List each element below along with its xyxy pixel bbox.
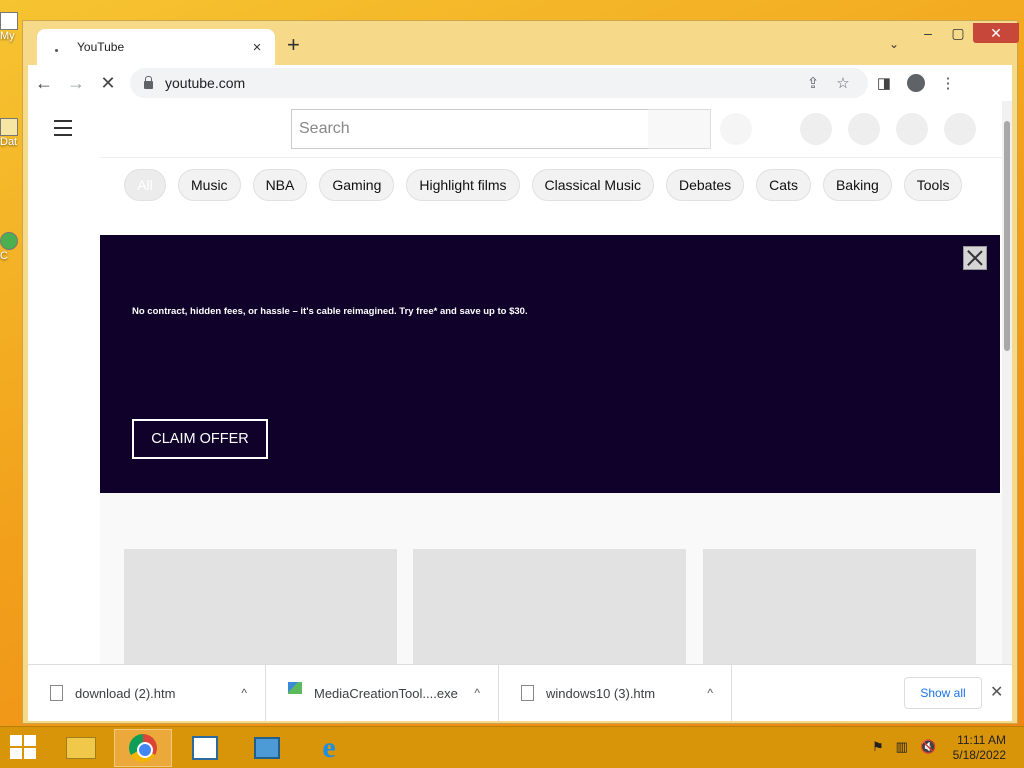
category-chips: All Music NBA Gaming Highlight films Cla…: [124, 169, 963, 201]
voice-search-icon[interactable]: [720, 113, 752, 145]
close-downloads-icon[interactable]: ✕: [990, 682, 1003, 702]
download-item[interactable]: download (2).htm ^: [28, 664, 266, 722]
taskbar-file-explorer[interactable]: [52, 729, 110, 767]
search-button[interactable]: [648, 109, 711, 149]
loading-spinner-icon: [51, 39, 67, 55]
profile-avatar-icon[interactable]: [907, 74, 925, 92]
chevron-up-icon[interactable]: ^: [474, 686, 480, 700]
browser-toolbar: ← → ✕ youtube.com ⇪ ☆ ◨ ⋮: [28, 65, 1012, 101]
chip-debates[interactable]: Debates: [666, 169, 745, 201]
download-filename: MediaCreationTool....exe: [314, 685, 458, 701]
avatar[interactable]: [944, 113, 976, 145]
file-icon: [0, 118, 18, 136]
chip-all[interactable]: All: [124, 169, 166, 201]
minimize-button[interactable]: –: [913, 23, 943, 43]
desktop-icon-my-computer[interactable]: My: [0, 12, 22, 42]
chip-music[interactable]: Music: [178, 169, 241, 201]
internet-explorer-icon: e: [322, 731, 336, 764]
show-all-button[interactable]: Show all: [904, 677, 982, 709]
chevron-up-icon[interactable]: ^: [707, 686, 713, 700]
chip-classical-music[interactable]: Classical Music: [531, 169, 654, 201]
volume-muted-icon[interactable]: 🔇: [920, 739, 936, 755]
download-filename: download (2).htm: [75, 685, 176, 701]
taskbar-internet-explorer[interactable]: e: [300, 729, 358, 767]
action-center-flag-icon[interactable]: ⚑: [872, 739, 884, 755]
chip-cats[interactable]: Cats: [756, 169, 811, 201]
chevron-up-icon[interactable]: ^: [241, 686, 247, 700]
chip-baking[interactable]: Baking: [822, 169, 892, 201]
tab-search-button[interactable]: ⌄: [889, 37, 899, 51]
hamburger-menu-icon[interactable]: [54, 120, 72, 141]
computer-icon: [0, 12, 18, 30]
page-content: Search All Music NBA Gaming Highlight fi…: [28, 101, 1012, 683]
chrome-icon: [129, 734, 157, 762]
chip-highlight-films[interactable]: Highlight films: [406, 169, 520, 201]
tab-strip: YouTube × + ⌄ – ▢ ✕: [23, 21, 1019, 65]
ad-text: No contract, hidden fees, or hassle – it…: [132, 306, 528, 317]
system-tray: ⚑ ▥ 🔇: [872, 739, 936, 755]
scrollbar-thumb[interactable]: [1004, 121, 1010, 351]
address-bar[interactable]: youtube.com ⇪ ☆: [130, 68, 868, 98]
video-thumbnail[interactable]: [124, 549, 397, 683]
chip-gaming[interactable]: Gaming: [319, 169, 395, 201]
bookmark-star-icon[interactable]: ☆: [828, 74, 858, 92]
share-icon[interactable]: ⇪: [798, 74, 828, 92]
close-ad-icon[interactable]: [963, 246, 987, 270]
chip-nba[interactable]: NBA: [252, 169, 308, 201]
desktop-icon-c[interactable]: C: [0, 232, 22, 262]
clock-date: 5/18/2022: [952, 748, 1006, 762]
claim-offer-button[interactable]: CLAIM OFFER: [132, 419, 268, 459]
clock[interactable]: 11:11 AM 5/18/2022: [953, 733, 1006, 763]
taskbar: e ⚑ ▥ 🔇 11:11 AM 5/18/2022: [0, 726, 1024, 768]
app-icon: [192, 736, 218, 760]
close-window-button[interactable]: ✕: [973, 23, 1019, 43]
forward-button[interactable]: →: [60, 67, 92, 99]
desktop-icon-label: My: [0, 30, 15, 42]
taskbar-app[interactable]: [176, 729, 234, 767]
app-icon: [0, 232, 18, 250]
file-icon: [521, 685, 534, 701]
taskbar-media-creation-tool[interactable]: [238, 729, 296, 767]
download-item[interactable]: windows10 (3).htm ^: [499, 664, 732, 722]
download-item[interactable]: MediaCreationTool....exe ^: [266, 664, 499, 722]
desktop-icon-label: Dat: [0, 136, 18, 148]
browser-menu-icon[interactable]: ⋮: [932, 74, 964, 92]
back-button[interactable]: ←: [28, 67, 60, 99]
folder-icon: [66, 737, 96, 759]
header-icon-placeholder[interactable]: [896, 113, 928, 145]
url-text[interactable]: youtube.com: [165, 75, 798, 91]
side-panel-icon[interactable]: ◨: [868, 74, 900, 92]
browser-window: YouTube × + ⌄ – ▢ ✕ ← → ✕ youtube.com ⇪ …: [22, 20, 1019, 724]
file-icon: [50, 685, 63, 701]
clock-time: 11:11 AM: [957, 733, 1006, 747]
new-tab-button[interactable]: +: [287, 34, 300, 56]
taskbar-chrome[interactable]: [114, 729, 172, 767]
tab-title: YouTube: [77, 40, 125, 54]
network-icon[interactable]: ▥: [896, 739, 908, 755]
installer-icon: [288, 682, 302, 694]
stop-loading-button[interactable]: ✕: [92, 67, 124, 99]
ad-banner: No contract, hidden fees, or hassle – it…: [100, 235, 1000, 493]
start-button[interactable]: [10, 735, 38, 761]
desktop-icon-label: C: [0, 250, 8, 262]
lock-icon[interactable]: [144, 76, 153, 89]
scrollbar[interactable]: [1002, 101, 1012, 683]
header-icon-placeholder[interactable]: [800, 113, 832, 145]
header-icon-placeholder[interactable]: [848, 113, 880, 145]
tab-close-icon[interactable]: ×: [249, 39, 265, 56]
video-thumbnail[interactable]: [703, 549, 976, 683]
tab-youtube[interactable]: YouTube ×: [37, 29, 275, 65]
media-creation-icon: [254, 737, 280, 759]
video-thumbnail[interactable]: [413, 549, 686, 683]
desktop-icon-data[interactable]: Dat: [0, 118, 22, 148]
download-filename: windows10 (3).htm: [546, 685, 656, 701]
chip-tools[interactable]: Tools: [903, 169, 963, 201]
window-controls: – ▢ ✕: [913, 23, 1019, 45]
search-input[interactable]: Search: [291, 109, 649, 149]
header-divider: [100, 157, 1012, 158]
downloads-bar: download (2).htm ^ MediaCreationTool....…: [28, 664, 1012, 722]
maximize-button[interactable]: ▢: [943, 23, 973, 43]
